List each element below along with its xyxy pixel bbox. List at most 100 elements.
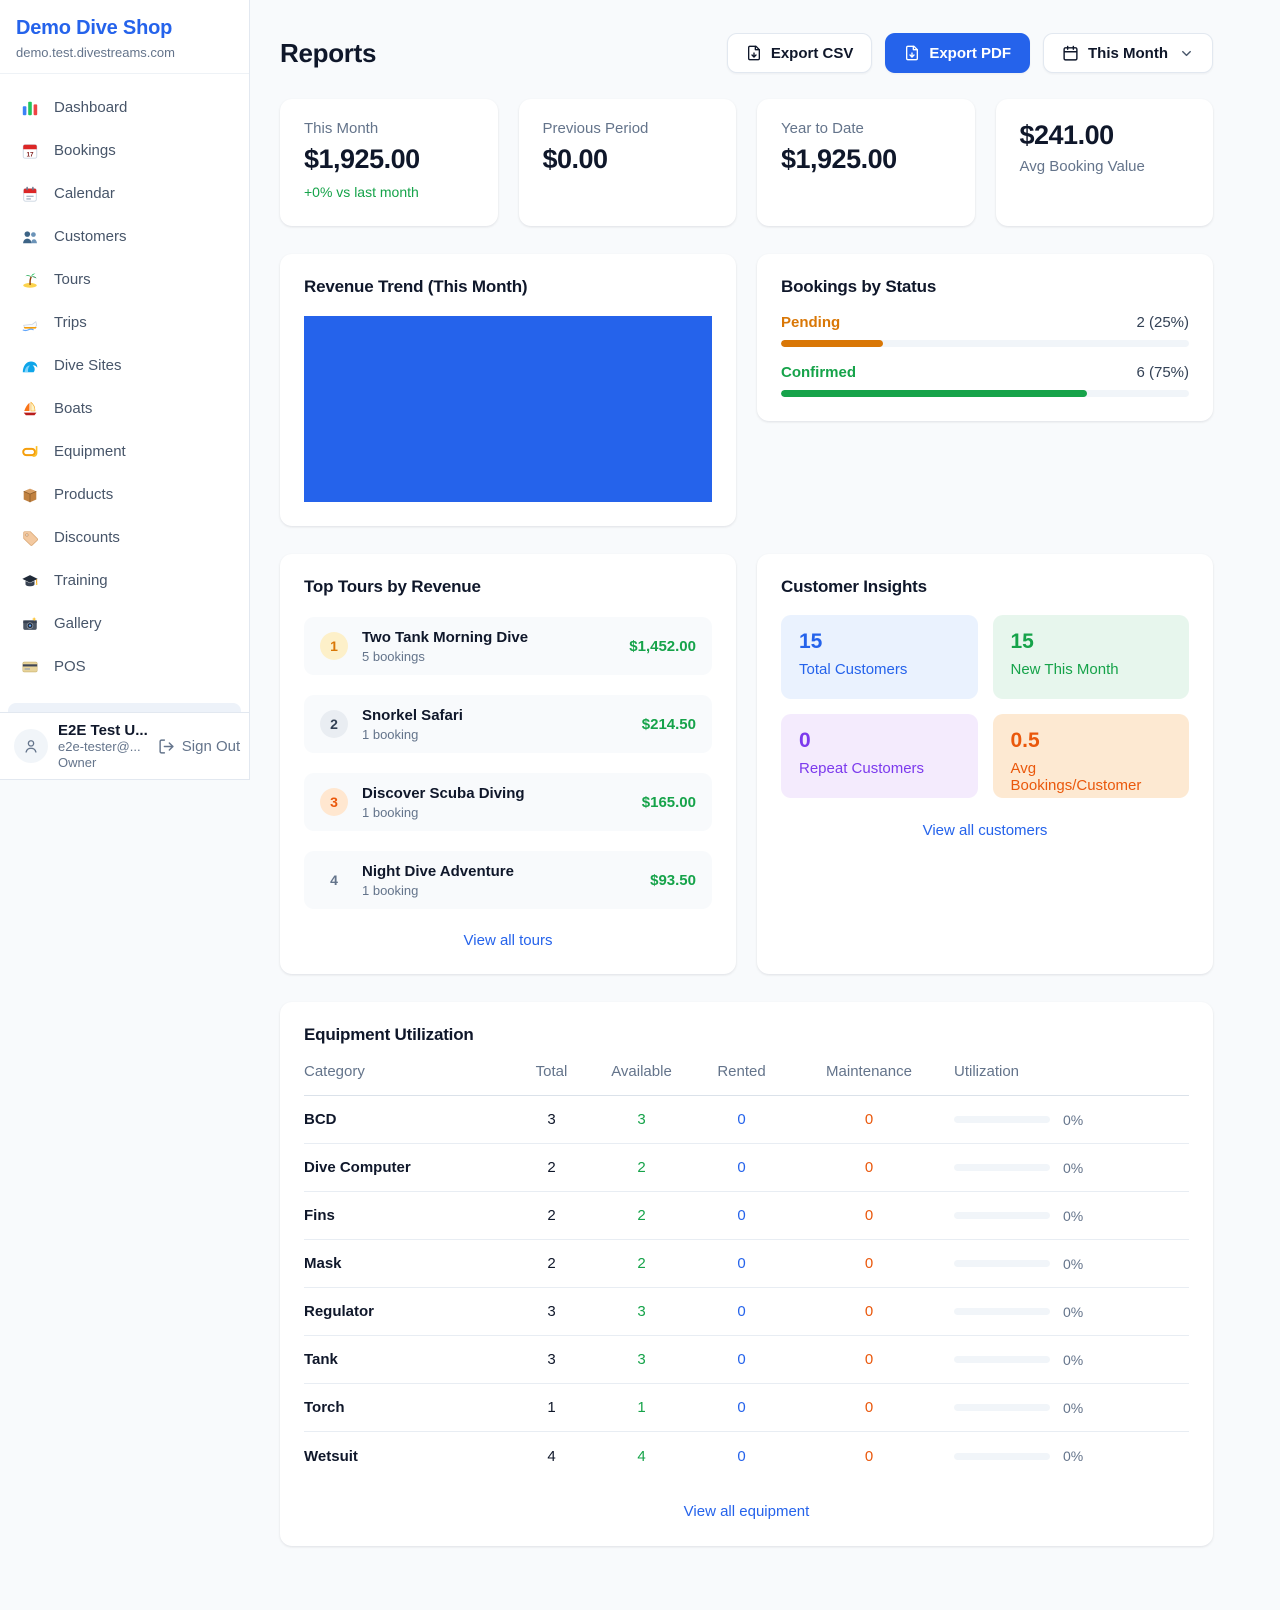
main-content: Reports Export CSV Export PDF This Month… [250,0,1280,1586]
table-row: Wetsuit 4 4 0 0 0% [304,1432,1189,1480]
equipment-available: 4 [599,1448,684,1465]
panel-title: Customer Insights [781,577,1189,597]
utilization-bar [954,1212,1050,1219]
svg-text:17: 17 [26,151,34,158]
equipment-maintenance: 0 [799,1111,939,1128]
utilization-percent: 0% [1063,1304,1083,1320]
equipment-category: Tank [304,1351,504,1368]
insight-tile-new-this-month: 15 New This Month [993,615,1190,699]
sidebar-item-discounts[interactable]: Discounts [8,516,241,559]
table-row: Dive Computer 2 2 0 0 0% [304,1144,1189,1192]
equipment-rented: 0 [684,1303,799,1320]
progress-fill [781,390,1087,397]
equipment-table-body: BCD 3 3 0 0 0% Dive Computer 2 2 0 0 [304,1096,1189,1480]
stat-card-avg-booking-value: $241.00 Avg Booking Value [996,99,1214,226]
sign-out-button[interactable]: Sign Out [158,738,240,755]
tile-value: 15 [1011,630,1172,654]
sidebar-item-label: Products [54,486,113,503]
table-row: Regulator 3 3 0 0 0% [304,1288,1189,1336]
equipment-total: 2 [504,1255,599,1272]
tour-row: 4 Night Dive Adventure 1 booking $93.50 [304,851,712,909]
sidebar-item-dive-sites[interactable]: Dive Sites [8,344,241,387]
sidebar-item-label: Customers [54,228,127,245]
stat-label: Previous Period [543,120,713,137]
sidebar-item-label: Tours [54,271,91,288]
equipment-available: 3 [599,1351,684,1368]
rank-badge: 1 [320,632,348,660]
tour-revenue: $1,452.00 [629,638,696,655]
user-name: E2E Test U... [58,722,148,739]
export-csv-button[interactable]: Export CSV [727,33,873,73]
status-row-confirmed: Confirmed 6 (75%) [781,364,1189,397]
tours-island-icon [20,270,40,290]
sidebar-item-training[interactable]: Training [8,559,241,602]
equipment-available: 1 [599,1399,684,1416]
user-role: Owner [58,755,148,771]
equipment-category: BCD [304,1111,504,1128]
sidebar-item-calendar[interactable]: Calendar [8,172,241,215]
sidebar-item-gallery[interactable]: Gallery [8,602,241,645]
status-row-pending: Pending 2 (25%) [781,314,1189,347]
equipment-total: 2 [504,1159,599,1176]
stat-label: Year to Date [781,120,951,137]
sidebar-item-customers[interactable]: Customers [8,215,241,258]
tile-value: 15 [799,630,960,654]
user-icon [22,737,40,755]
sidebar-item-pos[interactable]: POS [8,645,241,688]
equipment-table-header: Category Total Available Rented Maintena… [304,1049,1189,1096]
equipment-total: 4 [504,1448,599,1465]
sidebar-item-reports-partial[interactable] [8,703,241,712]
table-row: Torch 1 1 0 0 0% [304,1384,1189,1432]
sidebar-item-boats[interactable]: Boats [8,387,241,430]
equipment-rented: 0 [684,1351,799,1368]
insight-tile-avg-bookings: 0.5 Avg Bookings/Customer [993,714,1190,798]
status-count: 6 (75%) [1136,364,1189,381]
sidebar-item-label: Calendar [54,185,115,202]
tour-name: Night Dive Adventure [362,863,514,880]
table-row: Fins 2 2 0 0 0% [304,1192,1189,1240]
view-all-customers-link[interactable]: View all customers [781,822,1189,839]
boats-sailboat-icon [20,399,40,419]
sidebar-item-equipment[interactable]: Equipment [8,430,241,473]
equipment-maintenance: 0 [799,1303,939,1320]
user-info: E2E Test U... e2e-tester@... Owner [58,722,148,771]
utilization-percent: 0% [1063,1352,1083,1368]
sidebar-item-dashboard[interactable]: Dashboard [8,86,241,129]
utilization-bar [954,1404,1050,1411]
tile-value: 0.5 [1011,729,1172,753]
sidebar-item-trips[interactable]: Trips [8,301,241,344]
equipment-category: Torch [304,1399,504,1416]
tour-row: 1 Two Tank Morning Dive 5 bookings $1,45… [304,617,712,675]
equipment-maintenance: 0 [799,1207,939,1224]
utilization-percent: 0% [1063,1448,1083,1464]
chevron-down-icon [1179,46,1194,61]
export-pdf-button[interactable]: Export PDF [885,33,1030,73]
equipment-available: 2 [599,1159,684,1176]
top-tours-panel: Top Tours by Revenue 1 Two Tank Morning … [280,554,736,974]
column-header: Total [504,1063,599,1080]
period-dropdown[interactable]: This Month [1043,33,1213,73]
sidebar-item-label: POS [54,658,86,675]
utilization-percent: 0% [1063,1208,1083,1224]
sidebar-item-tours[interactable]: Tours [8,258,241,301]
view-all-equipment-link[interactable]: View all equipment [304,1503,1189,1520]
view-all-tours-link[interactable]: View all tours [304,932,712,949]
equipment-total: 3 [504,1111,599,1128]
shop-name[interactable]: Demo Dive Shop [16,17,233,40]
sidebar-item-label: Dashboard [54,99,127,116]
sidebar-item-label: Gallery [54,615,102,632]
utilization-percent: 0% [1063,1160,1083,1176]
utilization-percent: 0% [1063,1256,1083,1272]
equipment-category: Dive Computer [304,1159,504,1176]
sidebar-item-bookings[interactable]: 17 Bookings [8,129,241,172]
log-out-icon [158,738,175,755]
sidebar-item-label: Dive Sites [54,357,122,374]
column-header: Maintenance [799,1063,939,1080]
shop-domain: demo.test.divestreams.com [16,45,233,60]
sidebar-item-label: Trips [54,314,87,331]
status-label: Confirmed [781,364,856,381]
sidebar-item-products[interactable]: Products [8,473,241,516]
stat-delta: +0% vs last month [304,184,474,200]
page-title: Reports [280,38,376,69]
products-box-icon [20,485,40,505]
